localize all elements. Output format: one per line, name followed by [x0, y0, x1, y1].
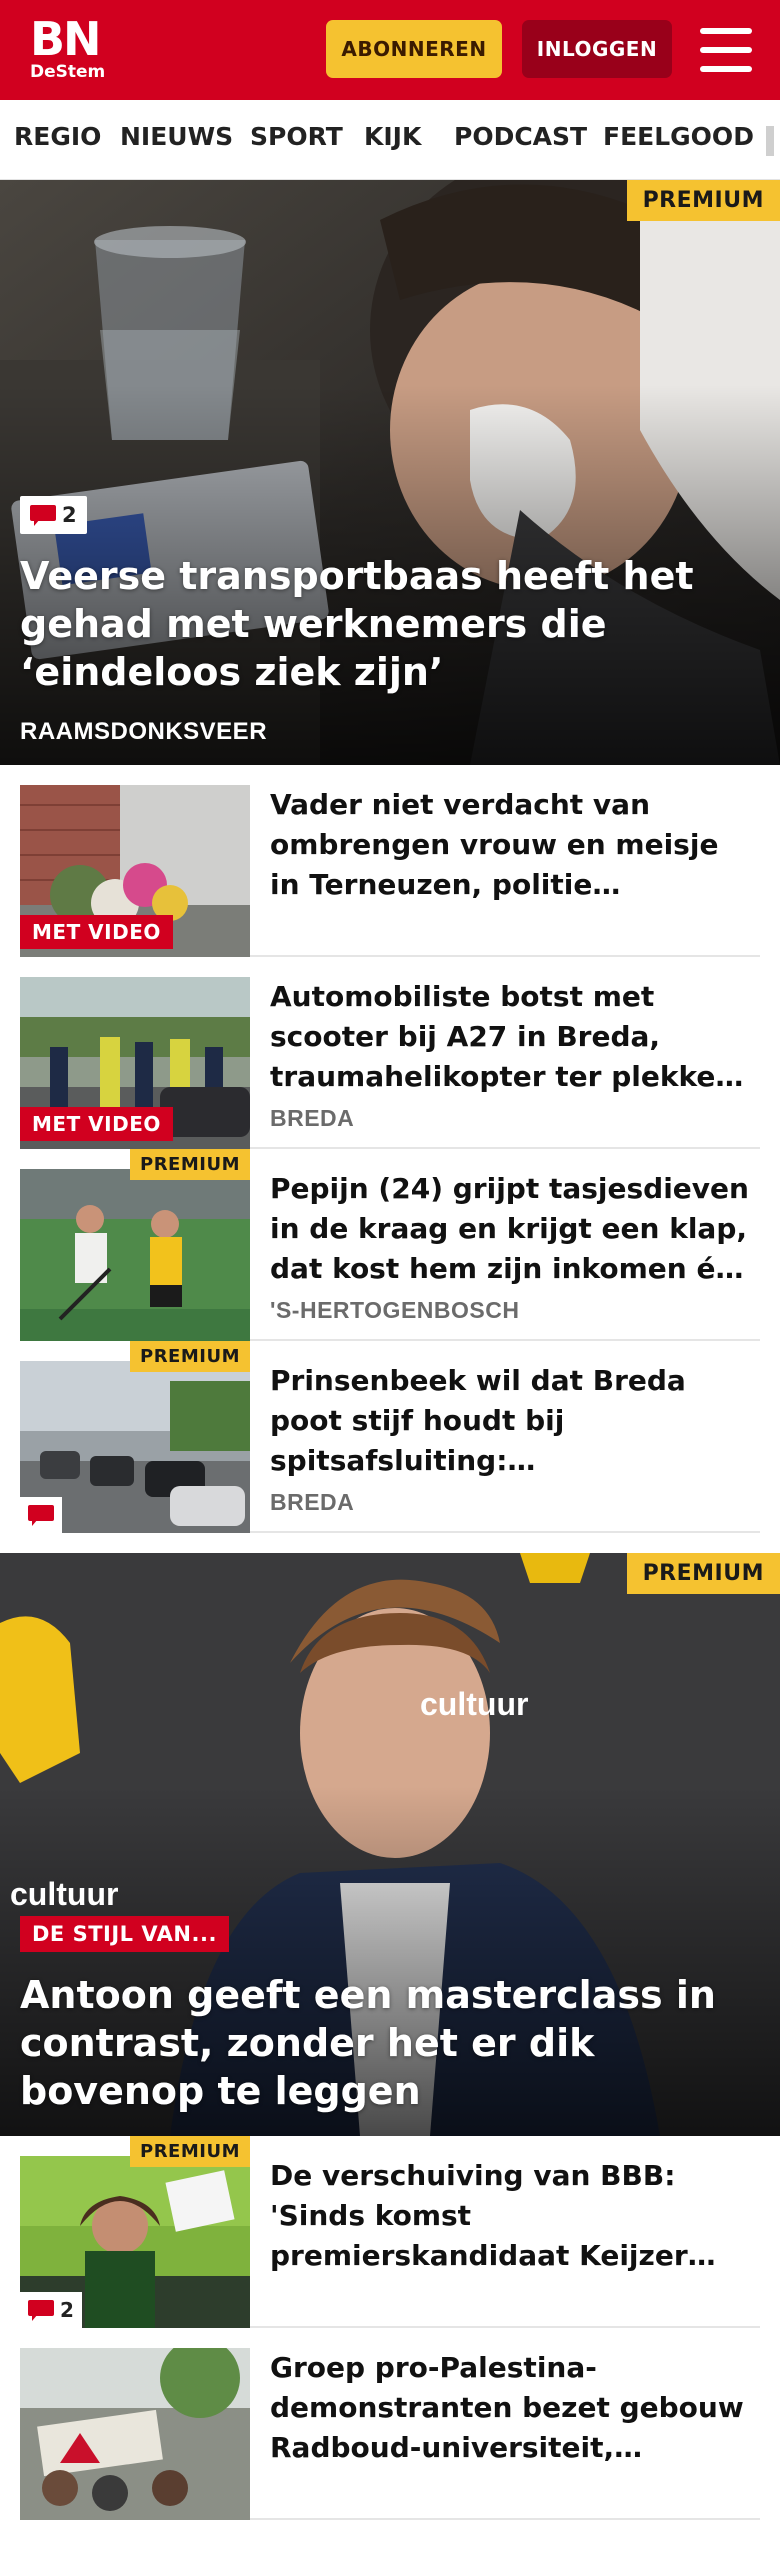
- article-location: 'S-HERTOGENBOSCH: [270, 1297, 520, 1323]
- article-title[interactable]: Groep pro-Palestina-demonstranten bezet …: [270, 2348, 750, 2468]
- article-thumbnail: [20, 1169, 250, 1341]
- article-title[interactable]: Pepijn (24) grijpt tasjesdieven in de kr…: [270, 1169, 750, 1289]
- nav-item-regio[interactable]: REGIO: [14, 122, 101, 151]
- section-tag[interactable]: DE STIJL VAN...: [20, 1916, 229, 1952]
- article-title[interactable]: Prinsenbeek wil dat Breda poot stijf hou…: [270, 1361, 750, 1481]
- comment-count: 2: [62, 503, 77, 527]
- hero-article-2[interactable]: cultuur cultuur PREMIUM DE STIJL VAN... …: [0, 1553, 780, 2136]
- subscribe-button[interactable]: ABONNEREN: [326, 20, 502, 78]
- hero-article-1[interactable]: PREMIUM 2 Veerse transportbaas heeft het…: [0, 180, 780, 765]
- nav-item-kijk[interactable]: KIJK: [364, 122, 421, 151]
- backdrop-text-1: cultuur: [420, 1686, 528, 1722]
- section-nav: REGIO NIEUWS SPORT KIJK PODCAST FEELGOOD: [0, 100, 780, 180]
- comment-badge[interactable]: [20, 1497, 62, 1533]
- list-item[interactable]: PREMIUM Prinsenbeek wil dat Breda poot s…: [20, 1341, 760, 1533]
- site-header: BN DeStem ABONNEREN INLOGGEN: [0, 0, 780, 100]
- premium-badge: PREMIUM: [626, 180, 780, 221]
- article-location: BREDA: [270, 1489, 355, 1515]
- comment-count: 2: [60, 2298, 74, 2322]
- hamburger-menu-icon[interactable]: [700, 28, 752, 72]
- premium-badge: PREMIUM: [130, 1341, 250, 1372]
- article-title[interactable]: De verschuiving van BBB: 'Sinds komst pr…: [270, 2156, 750, 2276]
- nav-item-feelgood[interactable]: FEELGOOD: [603, 122, 754, 151]
- article-title[interactable]: Automobiliste botst met scooter bij A27 …: [270, 977, 750, 1097]
- logo-sub: DeStem: [30, 62, 106, 82]
- site-logo[interactable]: BN DeStem: [30, 16, 105, 82]
- list-item[interactable]: MET VIDEO Vader niet verdacht van ombren…: [20, 765, 760, 957]
- logo-main: BN: [30, 12, 102, 66]
- list-item[interactable]: MET VIDEO Automobiliste botst met scoote…: [20, 957, 760, 1149]
- comment-count-badge[interactable]: 2: [20, 496, 87, 534]
- nav-item-nieuws[interactable]: NIEUWS: [120, 122, 233, 151]
- hero-location: RAAMSDONKSVEER: [20, 718, 268, 745]
- backdrop-text-2: cultuur: [10, 1876, 118, 1912]
- comment-icon: [30, 505, 56, 526]
- video-badge: MET VIDEO: [20, 915, 173, 949]
- video-badge: MET VIDEO: [20, 1107, 173, 1141]
- article-location: BREDA: [270, 1105, 355, 1131]
- list-item[interactable]: PREMIUM Pepijn (24) grijpt tasjesdieven …: [20, 1149, 760, 1341]
- list-item[interactable]: Groep pro-Palestina-demonstranten bezet …: [20, 2328, 760, 2520]
- nav-item-sport[interactable]: SPORT: [250, 122, 343, 151]
- comment-count-badge[interactable]: 2: [20, 2292, 82, 2328]
- premium-badge: PREMIUM: [130, 1149, 250, 1180]
- nav-item-podcast[interactable]: PODCAST: [454, 122, 587, 151]
- nav-overflow-hint: [766, 126, 774, 156]
- article-title[interactable]: Vader niet verdacht van ombrengen vrouw …: [270, 785, 750, 905]
- login-button[interactable]: INLOGGEN: [522, 20, 672, 78]
- comment-icon: [28, 1505, 54, 1526]
- article-thumbnail: [20, 2348, 250, 2520]
- hero-title[interactable]: Antoon geeft een masterclass in contrast…: [20, 1971, 760, 2115]
- list-item[interactable]: PREMIUM 2 De verschuiving van BBB: 'Sind…: [20, 2136, 760, 2328]
- comment-icon: [28, 2300, 54, 2321]
- premium-badge: PREMIUM: [130, 2136, 250, 2167]
- hero-title[interactable]: Veerse transportbaas heeft het gehad met…: [20, 552, 760, 696]
- premium-badge: PREMIUM: [626, 1553, 780, 1594]
